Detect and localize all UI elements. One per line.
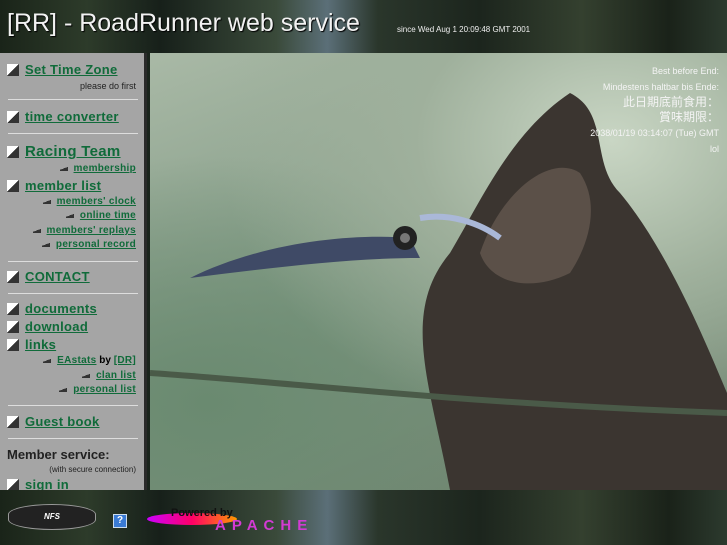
membership-link[interactable]: membership (74, 163, 136, 174)
need-for-speed-logo[interactable]: NFS (8, 504, 96, 530)
sub-bullet-icon (32, 228, 41, 233)
bullet-icon (7, 415, 19, 428)
bullet-icon (7, 179, 19, 192)
divider (8, 133, 138, 134)
members-clock-link[interactable]: members' clock (57, 196, 136, 207)
nav-personal-record[interactable]: personal record (41, 239, 136, 250)
bullet-icon (7, 338, 19, 351)
eastats-link[interactable]: EAstats (57, 355, 96, 366)
nav-sign-in[interactable]: sign in (7, 477, 69, 490)
sub-bullet-icon (43, 358, 52, 363)
nav-time-converter[interactable]: time converter (7, 109, 119, 124)
nav-set-time-zone[interactable]: Set Time Zone (7, 62, 118, 77)
best-before-overlay: Best before End: Mindestens haltbar bis … (590, 63, 719, 157)
member-list-link[interactable]: member list (25, 178, 101, 193)
sub-bullet-icon (59, 387, 68, 392)
guest-book-link[interactable]: Guest book (25, 414, 100, 429)
divider (8, 261, 138, 262)
nav-online-time[interactable]: online time (65, 210, 136, 221)
nav-documents[interactable]: documents (7, 301, 97, 316)
bullet-icon (7, 110, 19, 123)
nav-membership[interactable]: membership (59, 163, 136, 174)
members-replays-link[interactable]: members' replays (47, 225, 136, 236)
member-service-heading: Member service: (7, 447, 110, 462)
overlay-line: 賞味期限： (658, 110, 719, 124)
sub-bullet-icon (41, 242, 50, 247)
nav-members-replays[interactable]: members' replays (32, 225, 136, 236)
dr-link[interactable]: [DR] (114, 355, 136, 366)
powered-by-apache-logo[interactable]: Powered by APACHE (143, 507, 365, 534)
sidebar: Set Time Zone please do first time conve… (0, 53, 147, 490)
racing-team-link[interactable]: Racing Team (25, 143, 121, 160)
bullet-icon (7, 320, 19, 333)
bullet-icon (7, 302, 19, 315)
nav-clan-list[interactable]: clan list (82, 370, 136, 381)
contact-link[interactable]: CONTACT (25, 269, 90, 284)
secure-note: (with secure connection) (49, 465, 136, 474)
nav-guest-book[interactable]: Guest book (7, 414, 100, 429)
roadrunner-photo: Best before End: Mindestens haltbar bis … (150, 53, 727, 490)
divider (8, 99, 138, 100)
clan-list-link[interactable]: clan list (96, 370, 136, 381)
bullet-icon (7, 270, 19, 283)
sub-bullet-icon (82, 373, 91, 378)
divider (8, 293, 138, 294)
nav-eastats: EAstats by [DR] (43, 355, 136, 366)
nav-racing-team[interactable]: Racing Team (7, 143, 121, 160)
footer: NFS ? Powered by APACHE (0, 490, 727, 545)
since-date: since Wed Aug 1 20:09:48 GMT 2001 (397, 25, 531, 34)
header: [RR] - RoadRunner web service since Wed … (0, 0, 727, 52)
nav-members-clock[interactable]: members' clock (42, 196, 136, 207)
time-converter-link[interactable]: time converter (25, 109, 119, 124)
help-icon[interactable]: ? (113, 514, 127, 528)
online-time-link[interactable]: online time (80, 210, 136, 221)
nav-links[interactable]: links (7, 337, 56, 352)
divider (8, 438, 138, 439)
overlay-lol: lol (709, 144, 719, 154)
sign-in-link[interactable]: sign in (25, 477, 69, 490)
nav-download[interactable]: download (7, 319, 88, 334)
sub-bullet-icon (65, 213, 74, 218)
page-title: [RR] - RoadRunner web service (7, 9, 360, 37)
personal-list-link[interactable]: personal list (73, 384, 136, 395)
links-link[interactable]: links (25, 337, 56, 352)
documents-link[interactable]: documents (25, 301, 97, 316)
by-text: by (99, 355, 111, 366)
divider (8, 405, 138, 406)
overlay-date: 2038/01/19 03:14:07 (Tue) GMT (590, 128, 719, 138)
nav-contact[interactable]: CONTACT (7, 269, 90, 284)
bullet-icon (7, 145, 19, 158)
nav-personal-list[interactable]: personal list (59, 384, 136, 395)
please-do-first-note: please do first (79, 81, 136, 91)
bullet-icon (7, 63, 19, 76)
sub-bullet-icon (59, 166, 68, 171)
set-time-zone-link[interactable]: Set Time Zone (25, 62, 118, 77)
overlay-line: Best before End: (651, 66, 719, 76)
overlay-line: 此日期底前食用： (622, 95, 719, 109)
personal-record-link[interactable]: personal record (56, 239, 136, 250)
bullet-icon (7, 478, 19, 490)
overlay-line: Mindestens haltbar bis Ende: (602, 82, 719, 92)
sub-bullet-icon (42, 199, 51, 204)
nav-member-list[interactable]: member list (7, 178, 101, 193)
download-link[interactable]: download (25, 319, 88, 334)
apache-text: APACHE (215, 517, 314, 534)
